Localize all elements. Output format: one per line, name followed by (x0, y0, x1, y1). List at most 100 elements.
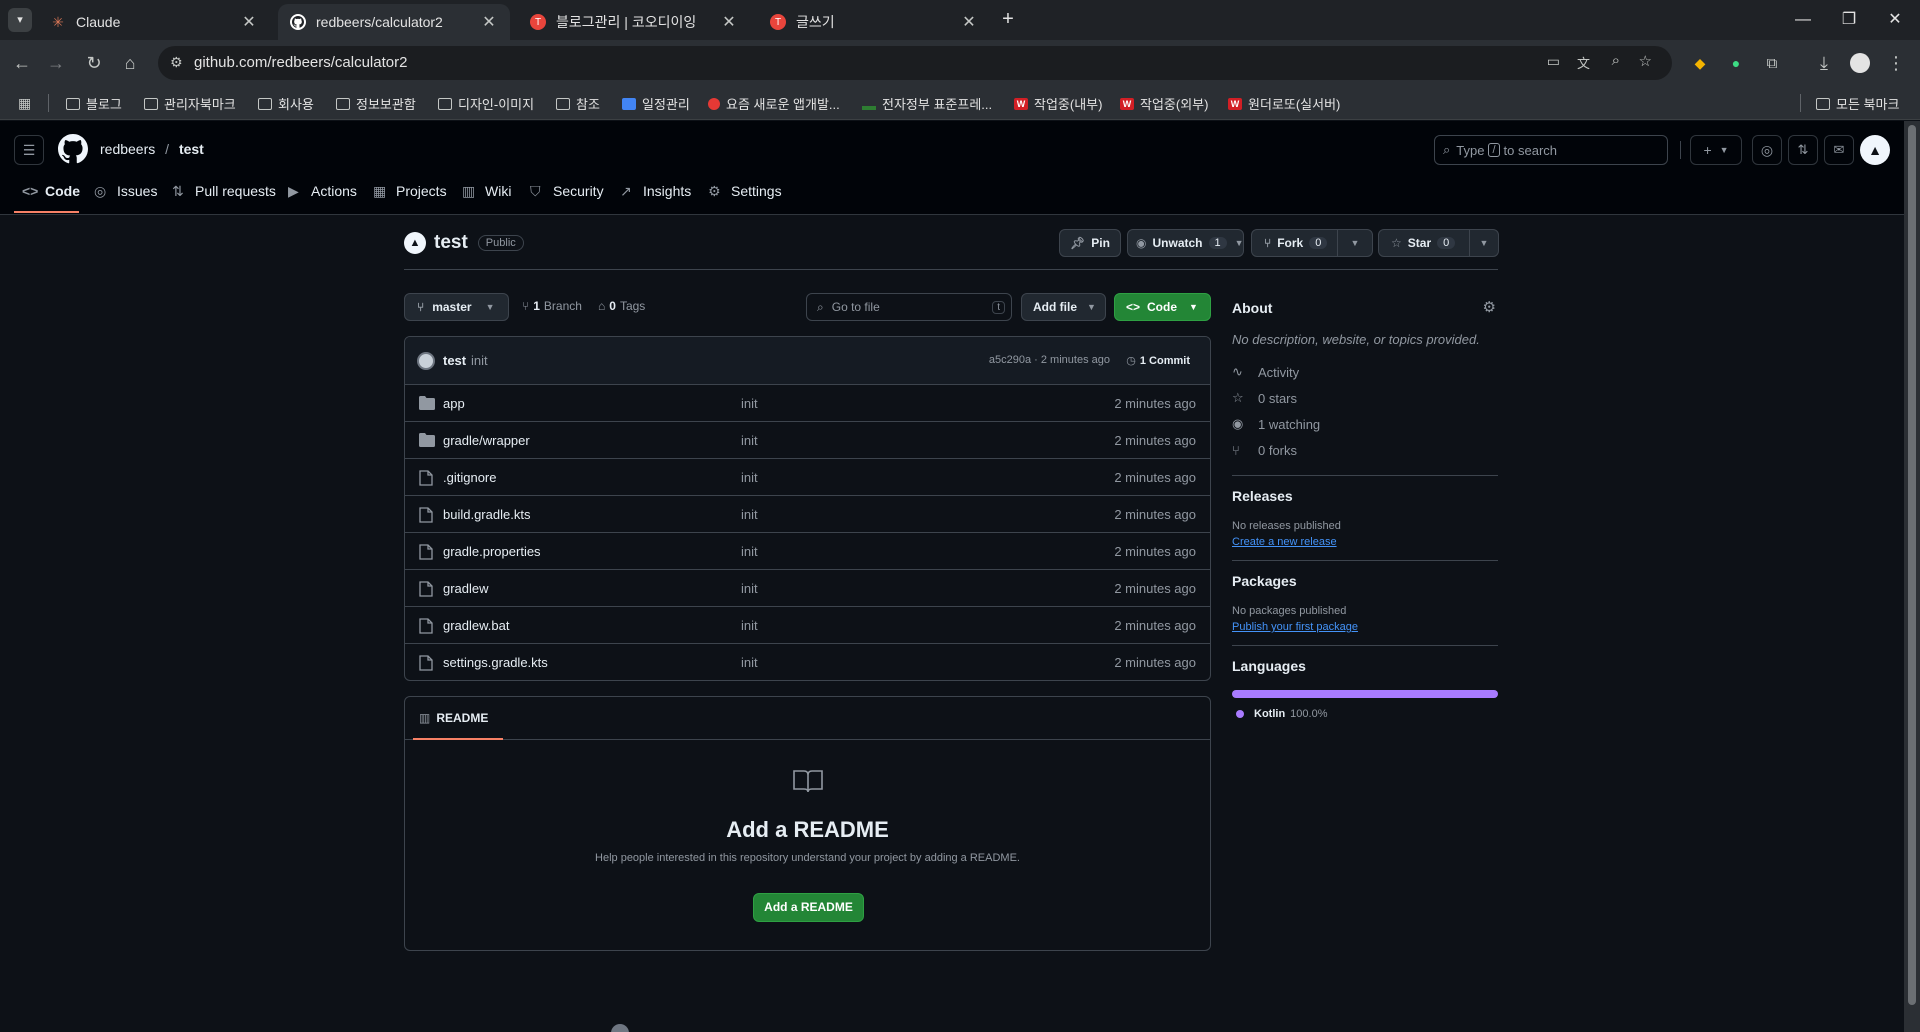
unwatch-button[interactable]: ◉ Unwatch 1 ▼ (1127, 229, 1244, 257)
file-commit-message[interactable]: init (741, 544, 758, 559)
site-info-icon[interactable]: ⚙ (170, 54, 183, 71)
commit-author[interactable]: test (443, 353, 466, 368)
file-row[interactable]: app init 2 minutes ago (405, 385, 1210, 422)
close-icon[interactable]: ✕ (480, 12, 498, 32)
apps-grid-icon[interactable]: ▦ (18, 95, 31, 112)
tab-issues[interactable]: ◎ Issues (94, 183, 157, 199)
browser-tab-blog-admin[interactable]: T 블로그관리 | 코오디이잉 ✕ (518, 4, 750, 40)
extensions-puzzle-icon[interactable]: ⧉ (1760, 51, 1784, 75)
back-icon[interactable]: ← (10, 51, 34, 75)
profile-avatar-icon[interactable] (1848, 51, 1872, 75)
translate-icon[interactable]: 文 (1577, 53, 1590, 72)
file-row[interactable]: build.gradle.kts init 2 minutes ago (405, 496, 1210, 533)
download-icon[interactable]: ⤓ (1812, 51, 1836, 75)
file-row[interactable]: gradlew.bat init 2 minutes ago (405, 607, 1210, 644)
file-commit-message[interactable]: init (741, 433, 758, 448)
star-dropdown-button[interactable]: ▼ (1469, 229, 1499, 257)
file-row[interactable]: gradlew init 2 minutes ago (405, 570, 1210, 607)
scrollbar-thumb[interactable] (1908, 125, 1916, 1005)
file-commit-message[interactable]: init (741, 655, 758, 670)
search-input[interactable]: ⌕ Type / to search (1434, 135, 1668, 165)
forks-link[interactable]: ⑂ 0 forks (1232, 437, 1498, 463)
pin-button[interactable]: 📌︎ Pin (1059, 229, 1121, 257)
bookmark-link[interactable]: W 작업중(외부) (1120, 94, 1208, 113)
bookmark-folder[interactable]: 디자인-이미지 (438, 94, 534, 113)
file-row[interactable]: .gitignore init 2 minutes ago (405, 459, 1210, 496)
go-to-file-input[interactable]: ⌕ Go to file t (806, 293, 1012, 321)
bookmark-link[interactable]: 전자정부 표준프레... (862, 94, 992, 113)
file-name[interactable]: gradle/wrapper (443, 433, 530, 448)
create-new-button[interactable]: + ▼ (1690, 135, 1742, 165)
bookmark-link[interactable]: 일정관리 (622, 94, 690, 113)
tab-settings[interactable]: ⚙ Settings (708, 183, 782, 199)
watchers-link[interactable]: ◉ 1 watching (1232, 411, 1498, 437)
file-row[interactable]: gradle.properties init 2 minutes ago (405, 533, 1210, 570)
file-name[interactable]: app (443, 396, 465, 411)
commit-message[interactable]: init (471, 353, 488, 368)
branches-link[interactable]: ⑂ 1 Branch (522, 299, 582, 313)
forward-icon[interactable]: → (44, 51, 68, 75)
commit-meta[interactable]: a5c290a · 2 minutes ago (989, 354, 1110, 366)
browser-tab-write[interactable]: T 글쓰기 ✕ (758, 4, 990, 40)
github-logo-icon[interactable] (58, 134, 88, 164)
publish-package-link[interactable]: Publish your first package (1232, 621, 1498, 633)
code-button[interactable]: <> Code ▼ (1114, 293, 1211, 321)
tags-link[interactable]: ⌂ 0 Tags (598, 299, 645, 313)
bookmark-star-icon[interactable]: ☆ (1639, 52, 1652, 70)
stars-link[interactable]: ☆ 0 stars (1232, 385, 1498, 411)
branch-selector[interactable]: ⑂ master ▼ (404, 293, 509, 321)
star-button[interactable]: ☆ Star 0 (1378, 229, 1470, 257)
bookmark-folder[interactable]: 관리자북마크 (144, 94, 236, 113)
bookmark-link[interactable]: W 작업중(내부) (1014, 94, 1102, 113)
file-commit-message[interactable]: init (741, 396, 758, 411)
owner-link[interactable]: redbeers (100, 141, 155, 157)
packages-heading[interactable]: Packages (1232, 573, 1498, 589)
page-scrollbar[interactable] (1904, 121, 1920, 1032)
inbox-icon[interactable]: ✉ (1824, 135, 1854, 165)
reload-icon[interactable]: ↻ (82, 51, 106, 75)
file-name[interactable]: settings.gradle.kts (443, 655, 548, 670)
fork-button[interactable]: ⑂ Fork 0 (1251, 229, 1338, 257)
extension-icon[interactable]: ◆ (1688, 51, 1712, 75)
tab-pull-requests[interactable]: ⇅ Pull requests (172, 183, 276, 199)
close-icon[interactable]: ✕ (720, 12, 738, 32)
add-readme-button[interactable]: Add a README (753, 893, 864, 922)
gear-icon[interactable]: ⚙ (1483, 298, 1496, 316)
home-icon[interactable]: ⌂ (118, 51, 142, 75)
readme-tab[interactable]: ▥ README (419, 711, 488, 725)
user-avatar[interactable]: ▲ (1860, 135, 1890, 165)
bookmark-folder[interactable]: 블로그 (66, 94, 122, 113)
close-icon[interactable]: ✕ (960, 12, 978, 32)
pull-requests-icon[interactable]: ⇅ (1788, 135, 1818, 165)
file-commit-message[interactable]: init (741, 470, 758, 485)
file-name[interactable]: gradlew.bat (443, 618, 510, 633)
browser-tab-claude[interactable]: ✳ Claude ✕ (38, 4, 270, 40)
file-name[interactable]: .gitignore (443, 470, 496, 485)
restore-button[interactable]: ❐ (1826, 8, 1872, 32)
repo-name[interactable]: test (434, 232, 468, 254)
tab-code[interactable]: <> Code (22, 183, 80, 199)
bookmark-folder[interactable]: 참조 (556, 94, 600, 113)
tab-projects[interactable]: ▦ Projects (373, 183, 447, 199)
add-file-button[interactable]: Add file ▼ (1021, 293, 1106, 321)
issues-icon[interactable]: ◎ (1752, 135, 1782, 165)
window-close-button[interactable]: ✕ (1872, 8, 1918, 32)
new-tab-button[interactable]: + (996, 8, 1020, 32)
footer-github-icon[interactable] (611, 1024, 629, 1032)
close-icon[interactable]: ✕ (240, 12, 258, 32)
all-bookmarks[interactable]: 모든 북마크 (1816, 94, 1899, 113)
tab-actions[interactable]: ▶ Actions (288, 183, 357, 199)
install-app-icon[interactable]: ▭ (1547, 53, 1560, 70)
file-name[interactable]: gradlew (443, 581, 489, 596)
fork-dropdown-button[interactable]: ▼ (1337, 229, 1373, 257)
file-commit-message[interactable]: init (741, 618, 758, 633)
address-bar[interactable]: ⚙ github.com/redbeers/calculator2 ▭ 文 ⌕ … (158, 46, 1672, 80)
file-row[interactable]: gradle/wrapper init 2 minutes ago (405, 422, 1210, 459)
bookmark-link[interactable]: 요즘 새로운 앱개발... (708, 94, 840, 113)
file-name[interactable]: gradle.properties (443, 544, 541, 559)
releases-heading[interactable]: Releases (1232, 488, 1498, 504)
language-item[interactable]: Kotlin 100.0% (1232, 708, 1498, 720)
create-release-link[interactable]: Create a new release (1232, 536, 1498, 548)
file-commit-message[interactable]: init (741, 507, 758, 522)
file-row[interactable]: settings.gradle.kts init 2 minutes ago (405, 644, 1210, 680)
